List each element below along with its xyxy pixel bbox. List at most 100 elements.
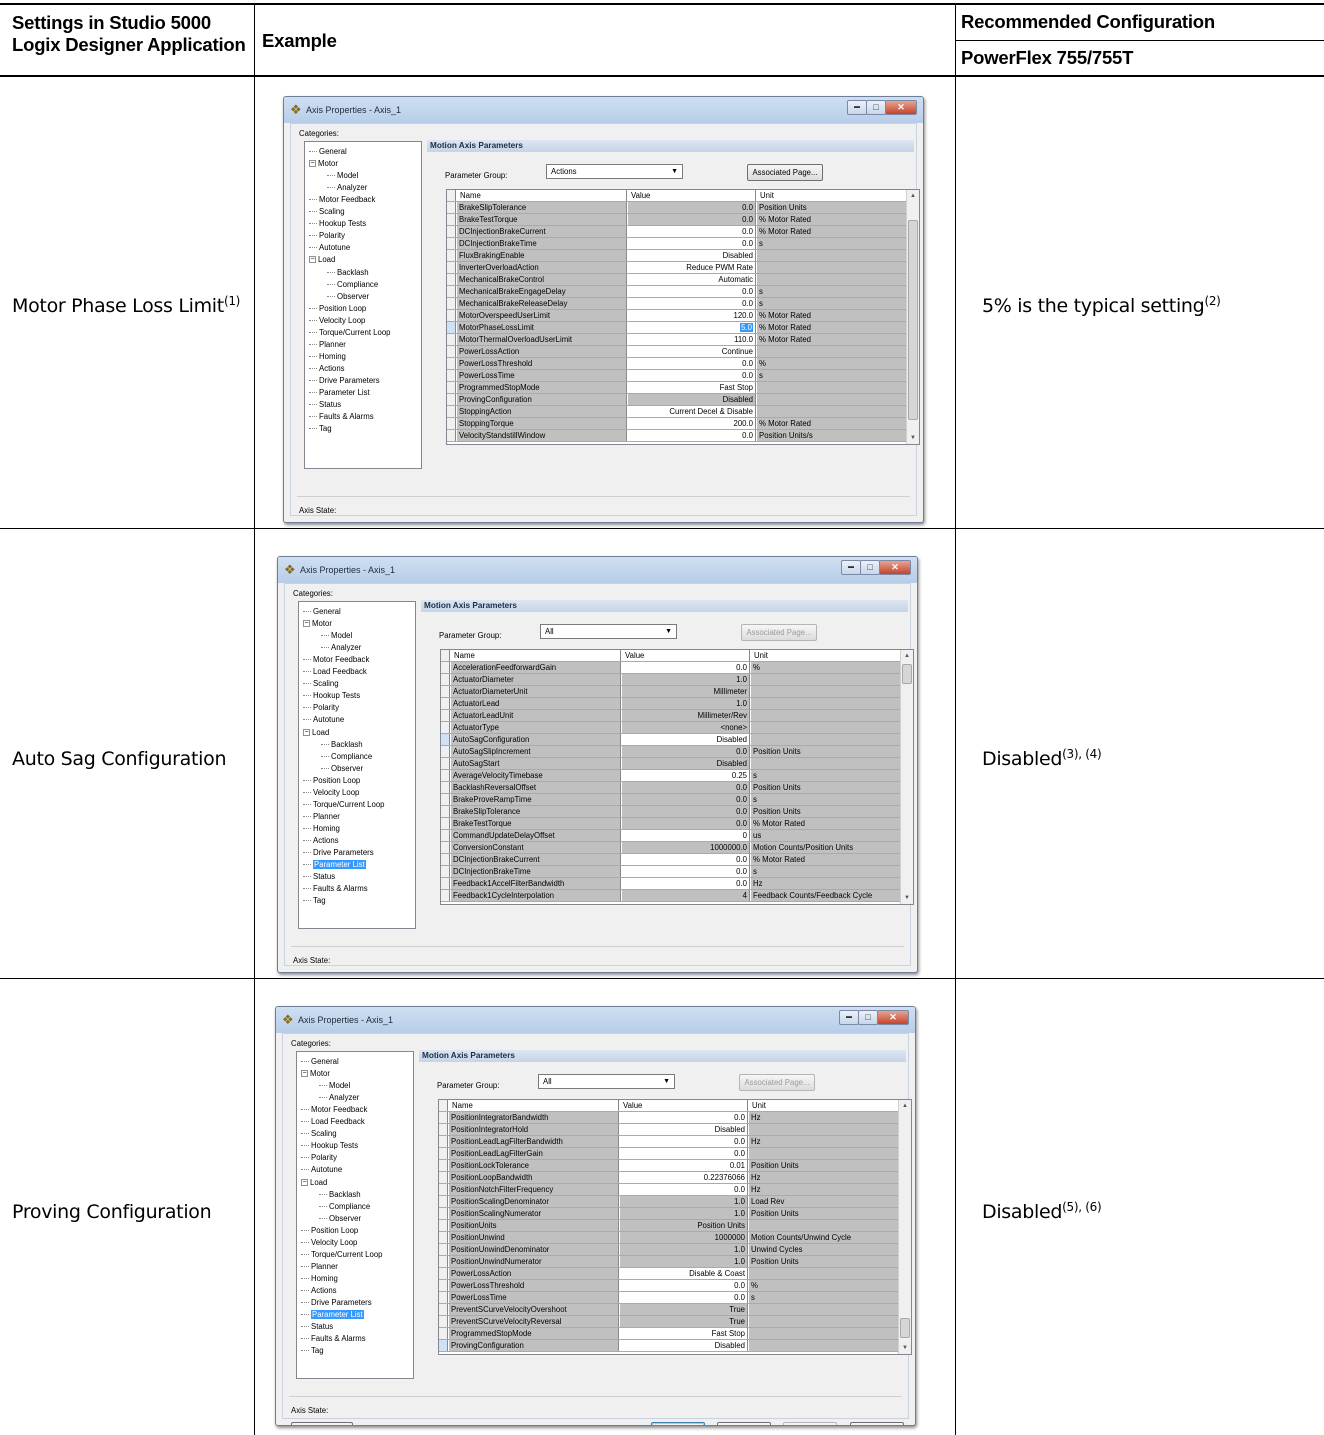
row-selector[interactable]: [447, 406, 456, 417]
tree-item[interactable]: Homing: [303, 823, 340, 835]
tree-item[interactable]: − Load: [301, 1177, 327, 1189]
help-button[interactable]: Help: [858, 522, 912, 523]
param-value[interactable]: 110.0: [628, 334, 756, 345]
table-row[interactable]: ActuatorLeadUnit Millimeter/Rev: [441, 710, 901, 722]
tree-item[interactable]: Homing: [301, 1273, 338, 1285]
param-value[interactable]: <none>: [622, 722, 750, 733]
ok-button[interactable]: OK: [653, 972, 707, 973]
close-icon[interactable]: ✕: [877, 1010, 909, 1025]
column-name-header[interactable]: Name: [451, 650, 621, 661]
row-selector[interactable]: [447, 202, 456, 213]
column-value-header[interactable]: Value: [620, 1100, 748, 1111]
row-selector[interactable]: [439, 1112, 448, 1123]
row-selector[interactable]: [441, 698, 450, 709]
tree-item[interactable]: Backlash: [321, 739, 363, 751]
row-selector[interactable]: [441, 662, 450, 673]
vertical-scrollbar[interactable]: ▲ ▼: [898, 1100, 911, 1354]
param-value[interactable]: True: [620, 1316, 748, 1327]
tree-item[interactable]: Scaling: [303, 678, 339, 690]
param-value[interactable]: Disable & Coast: [620, 1268, 748, 1279]
table-row[interactable]: MotorOverspeedUserLimit 120.0% Motor Rate…: [447, 310, 907, 322]
tree-item[interactable]: Polarity: [301, 1152, 337, 1164]
param-value[interactable]: 0.0: [620, 1280, 748, 1291]
table-row[interactable]: PowerLossTime 0.0 s: [447, 370, 907, 382]
row-selector[interactable]: [441, 758, 450, 769]
apply-button[interactable]: Apply: [785, 972, 839, 973]
row-selector[interactable]: [447, 310, 456, 321]
param-value[interactable]: 0.0: [620, 1136, 748, 1147]
cancel-button[interactable]: Cancel: [719, 972, 773, 973]
ok-button[interactable]: OK: [651, 1422, 705, 1425]
table-row[interactable]: PositionScalingDenominator 1.0 Load Rev: [439, 1196, 899, 1208]
param-value[interactable]: 0.0: [620, 1148, 748, 1159]
row-selector[interactable]: [439, 1268, 448, 1279]
tree-item[interactable]: Parameter List: [303, 859, 366, 871]
table-row[interactable]: PositionLockTolerance 0.01 Position Units: [439, 1160, 899, 1172]
param-value[interactable]: 0: [622, 830, 750, 841]
table-row[interactable]: PowerLossThreshold 0.0%: [447, 358, 907, 370]
param-value[interactable]: 0.0: [622, 662, 750, 673]
table-row[interactable]: ProvingConfiguration Disabled: [447, 394, 907, 406]
row-selector[interactable]: [439, 1136, 448, 1147]
tree-item[interactable]: Tag: [303, 895, 326, 907]
minimize-icon[interactable]: ▬: [839, 1010, 859, 1025]
parameter-group-select[interactable]: All ▼: [540, 624, 677, 639]
table-row[interactable]: ActuatorDiameterUnit Millimeter: [441, 686, 901, 698]
param-value[interactable]: Current Decel & Disable: [628, 406, 756, 417]
table-row[interactable]: BrakeProveRampTime 0.0 s: [441, 794, 901, 806]
row-selector[interactable]: [439, 1256, 448, 1267]
param-value[interactable]: 1000000: [620, 1232, 748, 1243]
param-value[interactable]: 0.0: [622, 794, 750, 805]
table-row[interactable]: ActuatorType <none>: [441, 722, 901, 734]
parameter-group-select[interactable]: Actions ▼: [546, 164, 683, 179]
parameter-group-select[interactable]: All ▼: [538, 1074, 675, 1089]
table-row[interactable]: PositionLeadLagFilterBandwidth 0.0 Hz: [439, 1136, 899, 1148]
tree-item[interactable]: Motor Feedback: [309, 194, 375, 206]
row-selector[interactable]: [441, 722, 450, 733]
row-selector[interactable]: [447, 298, 456, 309]
row-selector[interactable]: [447, 394, 456, 405]
table-row[interactable]: PreventSCurveVelocityReversal True: [439, 1316, 899, 1328]
param-value[interactable]: 0.0: [628, 238, 756, 249]
scroll-down-icon[interactable]: ▼: [899, 1342, 911, 1354]
tree-item[interactable]: Actions: [309, 363, 345, 375]
parameter-grid[interactable]: Name Value Unit AccelerationFeedforwardGain…: [440, 649, 914, 905]
tree-item[interactable]: Model: [319, 1080, 350, 1092]
table-row[interactable]: DCInjectionBrakeTime 0.0 s: [447, 238, 907, 250]
row-selector[interactable]: [439, 1328, 448, 1339]
tree-item[interactable]: Scaling: [301, 1128, 337, 1140]
parameter-grid[interactable]: Name Value Unit PositionIntegratorBandwidth…: [438, 1099, 912, 1355]
row-selector[interactable]: [447, 250, 456, 261]
table-row[interactable]: MechanicalBrakeEngageDelay 0.0 s: [447, 286, 907, 298]
close-icon[interactable]: ✕: [879, 560, 911, 575]
param-value[interactable]: Disabled: [622, 734, 750, 745]
row-selector[interactable]: [441, 734, 450, 745]
table-row[interactable]: Feedback1CycleInterpolation 4 Feedback Cou…: [441, 890, 901, 902]
param-value[interactable]: True: [620, 1304, 748, 1315]
tree-item[interactable]: Load Feedback: [303, 666, 367, 678]
tree-item[interactable]: Analyzer: [319, 1092, 359, 1104]
scroll-down-icon[interactable]: ▼: [907, 432, 919, 444]
tree-item[interactable]: Position Loop: [303, 775, 360, 787]
row-selector[interactable]: [447, 346, 456, 357]
row-selector[interactable]: [447, 370, 456, 381]
help-button[interactable]: Help: [850, 1422, 904, 1425]
tree-item[interactable]: General: [309, 146, 347, 158]
param-value[interactable]: 0.0: [628, 358, 756, 369]
row-selector[interactable]: [447, 334, 456, 345]
param-value[interactable]: Millimeter: [622, 686, 750, 697]
column-value-header[interactable]: Value: [622, 650, 750, 661]
associated-page-button[interactable]: Associated Page...: [747, 164, 823, 181]
row-selector[interactable]: [439, 1304, 448, 1315]
table-row[interactable]: MotorPhaseLossLimit 5.0 % Motor Rated: [447, 322, 907, 334]
row-selector[interactable]: [439, 1232, 448, 1243]
scroll-thumb[interactable]: [900, 1318, 910, 1338]
row-selector[interactable]: [441, 746, 450, 757]
tree-item[interactable]: Compliance: [319, 1201, 370, 1213]
param-value[interactable]: Disabled: [622, 758, 750, 769]
param-value[interactable]: 0.22376066: [620, 1172, 748, 1183]
table-row[interactable]: AverageVelocityTimebase 0.25 s: [441, 770, 901, 782]
row-selector[interactable]: [441, 794, 450, 805]
table-row[interactable]: DCInjectionBrakeTime 0.0 s: [441, 866, 901, 878]
table-row[interactable]: DCInjectionBrakeCurrent 0.0% Motor Rated: [441, 854, 901, 866]
